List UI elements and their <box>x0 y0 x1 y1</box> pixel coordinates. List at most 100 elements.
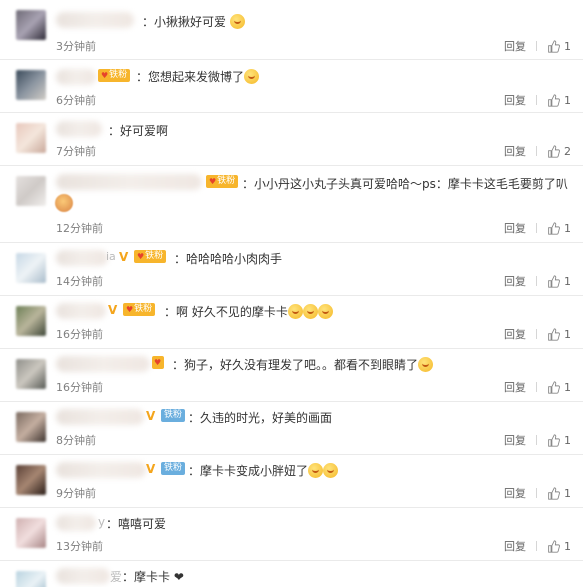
avatar[interactable] <box>16 253 46 283</box>
username[interactable] <box>56 356 150 372</box>
reply-button[interactable]: 回复 <box>504 379 526 395</box>
like-button[interactable]: 1 <box>547 222 571 235</box>
fan-badge[interactable]: ♥ <box>152 356 165 369</box>
vip-icon: V <box>108 302 118 317</box>
divider <box>536 541 537 551</box>
fan-badge[interactable]: ♥ 铁粉 <box>206 175 239 188</box>
username[interactable] <box>56 568 110 584</box>
sad-emoji <box>287 304 303 319</box>
like-button[interactable]: 2 <box>547 145 571 158</box>
username[interactable] <box>56 250 108 266</box>
comment-item: ：好可爱啊 7分钟前 回复 2 <box>0 113 583 166</box>
comment-item: ia V ♥ 铁粉 ：哈哈哈哈小肉肉手 14分钟前 回复 1 <box>0 243 583 296</box>
like-count: 1 <box>564 39 571 53</box>
smile-emoji <box>418 357 434 372</box>
divider <box>536 276 537 286</box>
like-count: 1 <box>564 486 571 500</box>
vip-icon: V <box>146 408 156 423</box>
fan-badge[interactable]: ♥ 铁粉 <box>98 69 131 82</box>
thumbs-up-icon <box>548 380 560 394</box>
comment-item: ♥ ：狗子，好久没有理发了吧。。都看不到眼睛了 16分钟前 回复 1 <box>0 349 583 402</box>
divider <box>536 435 537 445</box>
reply-button[interactable]: 回复 <box>504 538 526 554</box>
like-count: 1 <box>564 380 571 394</box>
timestamp: 3分钟前 <box>56 40 96 53</box>
sad-emoji <box>302 304 318 319</box>
avatar[interactable] <box>16 306 46 336</box>
avatar[interactable] <box>16 412 46 442</box>
like-button[interactable]: 1 <box>547 275 571 288</box>
comment-item: y ：嘻嘻可爱 13分钟前 回复 1 <box>0 508 583 561</box>
timestamp: 6分钟前 <box>56 94 96 107</box>
reply-button[interactable]: 回复 <box>504 92 526 108</box>
like-count: 1 <box>564 539 571 553</box>
reply-button[interactable]: 回复 <box>504 326 526 342</box>
like-button[interactable]: 1 <box>547 94 571 107</box>
like-count: 2 <box>564 144 571 158</box>
username-fragment: y <box>98 515 106 529</box>
username[interactable] <box>56 12 134 28</box>
comment-text: ：摩卡卡变成小胖妞了 <box>188 462 339 479</box>
reply-button[interactable]: 回复 <box>504 432 526 448</box>
like-button[interactable]: 1 <box>547 40 571 53</box>
dog-sticker <box>55 194 73 212</box>
fan-badge[interactable]: 铁粉 <box>161 462 186 475</box>
sad-emoji <box>317 304 333 319</box>
like-button[interactable]: 1 <box>547 434 571 447</box>
timestamp: 9分钟前 <box>56 487 96 500</box>
comment-item: 爱 ：摩卡卡 ❤ <box>0 561 583 587</box>
divider <box>536 382 537 392</box>
fan-badge[interactable]: ♥ 铁粉 <box>123 303 156 316</box>
comment-text: ：久违的时光，好美的画面 <box>188 411 333 425</box>
like-button[interactable]: 1 <box>547 381 571 394</box>
reply-button[interactable]: 回复 <box>504 143 526 159</box>
timestamp: 14分钟前 <box>56 275 103 288</box>
like-count: 1 <box>564 327 571 341</box>
like-button[interactable]: 1 <box>547 328 571 341</box>
comment-item: V 铁粉 ：久违的时光，好美的画面 8分钟前 回复 1 <box>0 402 583 455</box>
laugh-emoji <box>308 463 324 478</box>
like-button[interactable]: 1 <box>547 540 571 553</box>
reply-button[interactable]: 回复 <box>504 485 526 501</box>
divider <box>536 329 537 339</box>
laugh-emoji <box>323 463 339 478</box>
comment-text: ：嘻嘻可爱 <box>106 517 167 531</box>
avatar[interactable] <box>16 123 46 153</box>
username[interactable] <box>56 121 102 137</box>
sad-emoji <box>244 69 260 84</box>
username[interactable] <box>56 462 146 478</box>
like-button[interactable]: 1 <box>547 487 571 500</box>
reply-button[interactable]: 回复 <box>504 273 526 289</box>
avatar[interactable] <box>16 359 46 389</box>
thumbs-up-icon <box>548 144 560 158</box>
fan-badge[interactable]: 铁粉 <box>161 409 186 422</box>
divider <box>536 223 537 233</box>
username[interactable] <box>56 409 144 425</box>
comment-text: ：您想起来发微博了 <box>136 68 260 85</box>
reply-button[interactable]: 回复 <box>504 38 526 54</box>
username[interactable] <box>56 174 202 190</box>
thumbs-up-icon <box>548 486 560 500</box>
username-fragment: 爱 <box>110 570 123 584</box>
avatar[interactable] <box>16 518 46 548</box>
avatar[interactable] <box>16 70 46 100</box>
thumbs-up-icon <box>548 221 560 235</box>
comment-text: ：狗子，好久没有理发了吧。。都看不到眼睛了 <box>172 356 434 373</box>
comment-text: ：小小丹这小丸子头真可爱哈哈～ps：摩卡卡这毛毛要剪了叭 <box>242 177 568 191</box>
avatar[interactable] <box>16 10 46 40</box>
avatar[interactable] <box>16 465 46 495</box>
reply-button[interactable]: 回复 <box>504 220 526 236</box>
username[interactable] <box>56 515 96 531</box>
avatar[interactable] <box>16 571 46 587</box>
comment-text: ：摩卡卡 ❤ <box>122 570 184 584</box>
comment-text: ：小揪揪好可爱 <box>142 13 245 30</box>
username[interactable] <box>56 303 106 319</box>
comment-text: ：好可爱啊 <box>108 124 169 138</box>
comment-item: ♥ 铁粉 ：您想起来发微博了 6分钟前 回复 1 <box>0 60 583 113</box>
comment-text: ：啊 好久不见的摩卡卡 <box>164 303 333 320</box>
timestamp: 8分钟前 <box>56 434 96 447</box>
kiss-emoji <box>229 14 245 29</box>
avatar[interactable] <box>16 176 46 206</box>
username[interactable] <box>56 69 96 85</box>
fan-badge[interactable]: ♥ 铁粉 <box>134 250 167 263</box>
